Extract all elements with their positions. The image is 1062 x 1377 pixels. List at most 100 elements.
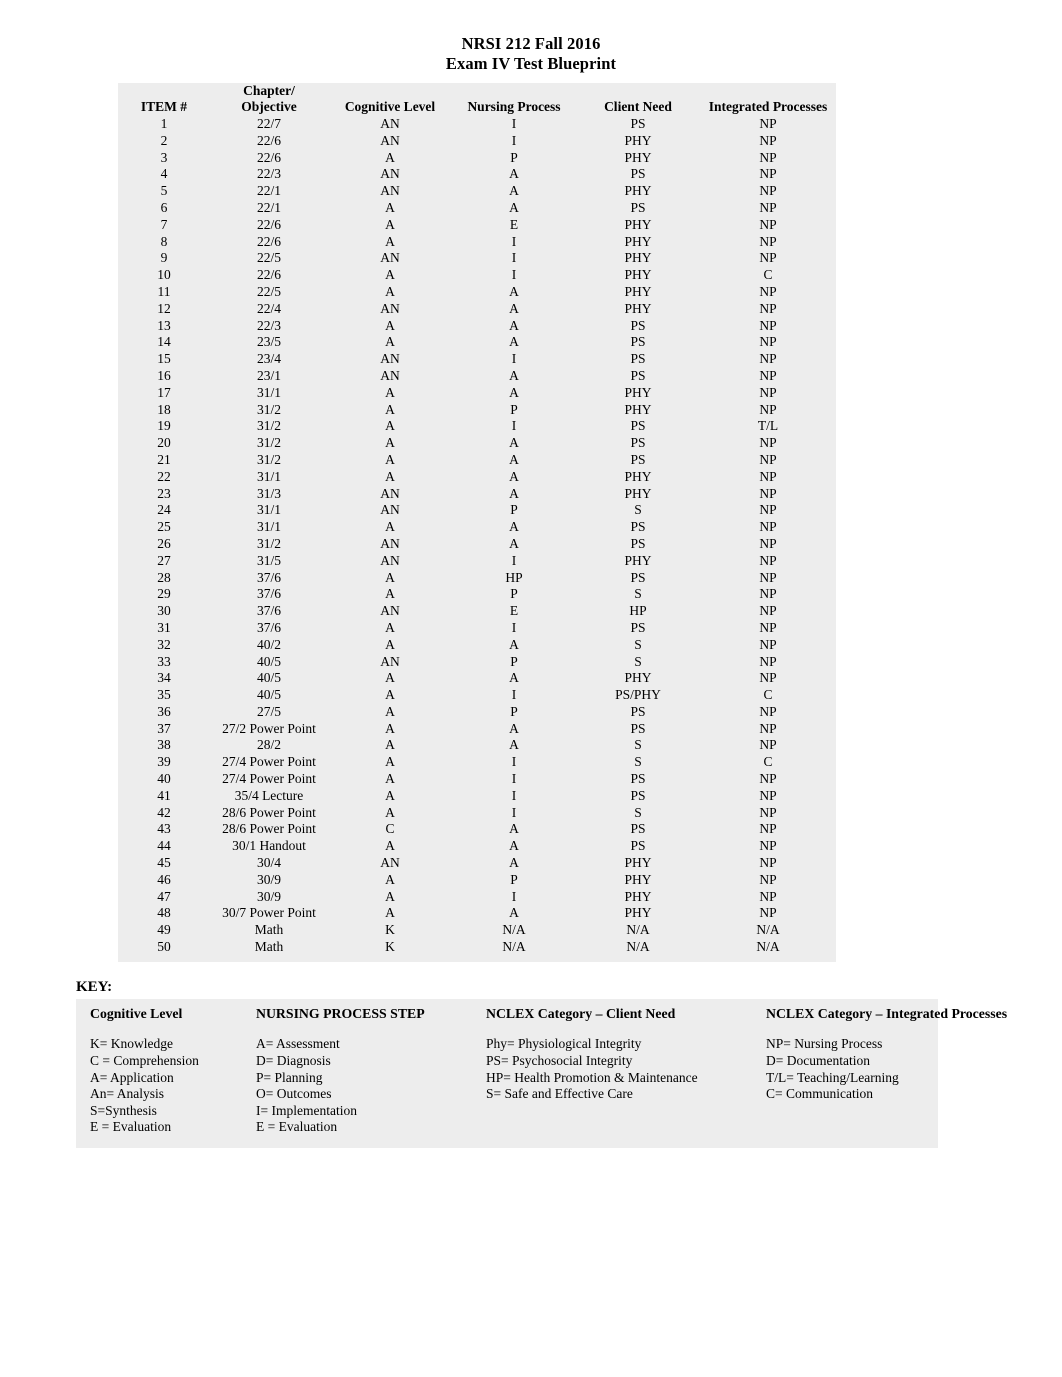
cell-integrated-processes: NP [759,771,777,787]
cell-cognitive-level: AN [380,166,400,182]
cell-nursing-process: I [511,888,517,904]
cell-client-need: PS [630,838,646,854]
cell-nursing-process: A [509,283,519,299]
cell-cognitive-level: AN [380,855,400,871]
cell-chapter-objective: Math [254,922,284,938]
cell-chapter-objective: 22/6 [256,132,281,148]
cell-cognitive-level: A [385,586,395,602]
cell-item-number: 10 [157,267,171,283]
cell-cognitive-level: A [385,888,395,904]
cell-client-need: PS [630,821,646,837]
table-row: 22 31/1 A A PHY NP [118,469,836,486]
key-legend-item: I= Implementation [256,1102,357,1118]
key-section-container: Cognitive Level K= Knowledge C = Comprehen… [76,998,1007,1148]
cell-item-number: 19 [157,418,171,434]
table-row: 41 35/4 Lecture A I PS NP [118,788,836,805]
cell-cognitive-level: A [385,804,395,820]
cell-client-need: PS [630,166,646,182]
cell-nursing-process: A [509,838,519,854]
cell-chapter-objective: 22/5 [256,250,281,266]
cell-nursing-process: E [509,216,519,232]
cell-cognitive-level: A [385,233,395,249]
cell-item-number: 41 [157,787,171,803]
cell-cognitive-level: A [385,519,395,535]
cell-nursing-process: A [509,821,519,837]
cell-chapter-objective: 22/7 [256,116,281,131]
cell-client-need: PHY [624,468,652,484]
cell-cognitive-level: K [385,939,395,955]
table-row: 6 22/1 A A PS NP [118,200,836,217]
cell-cognitive-level: AN [380,535,400,551]
table-row: 23 31/3 AN A PHY NP [118,486,836,503]
cell-integrated-processes: NP [759,435,777,451]
cell-item-number: 9 [160,250,168,266]
cell-nursing-process: A [509,519,519,535]
key-legend-item: PS= Psychosocial Integrity [486,1052,633,1068]
cell-integrated-processes: NP [759,619,777,635]
cell-integrated-processes: NP [759,233,777,249]
blueprint-table-container: ITEM # Chapter/ Objective Cognitive Leve… [118,83,836,962]
cell-integrated-processes: NP [759,451,777,467]
key-legend-item: C= Communication [766,1086,873,1102]
cell-integrated-processes: NP [759,855,777,871]
table-row: 50 Math K N/A N/A N/A [118,939,836,956]
cell-nursing-process: I [511,771,517,787]
table-row: 7 22/6 A E PHY NP [118,217,836,234]
cell-item-number: 48 [157,905,171,921]
cell-chapter-objective: 30/4 [256,855,281,871]
cell-client-need: PHY [624,149,652,165]
table-row: 35 40/5 A I PS/PHY C [118,687,836,704]
key-legend-item: A= Assessment [256,1036,340,1052]
cell-integrated-processes: NP [759,367,777,383]
cell-nursing-process: I [511,619,517,635]
cell-cognitive-level: AN [380,132,400,148]
cell-integrated-processes: NP [759,804,777,820]
cell-integrated-processes: C [763,267,773,283]
cell-integrated-processes: NP [759,535,777,551]
cell-client-need: PHY [624,888,652,904]
key-column-1: Cognitive Level K= Knowledge C = Comprehen… [76,1006,242,1136]
document-page: NRSI 212 Fall 2016 Exam IV Test Blueprin… [0,0,1062,1377]
key-column-4: NCLEX Category – Integrated Processes NP=… [752,1006,1026,1136]
cell-integrated-processes: NP [759,519,777,535]
cell-client-need: PS [630,519,646,535]
cell-nursing-process: P [510,401,518,417]
column-header-item: ITEM # [118,83,210,116]
cell-chapter-objective: 40/5 [256,687,281,703]
cell-item-number: 50 [157,939,171,955]
cell-chapter-objective: 31/1 [256,502,281,518]
cell-cognitive-level: AN [380,351,400,367]
cell-item-number: 27 [157,552,171,568]
cell-cognitive-level: A [385,871,395,887]
key-legend-item: E = Evaluation [90,1119,172,1135]
cell-client-need: PS [630,351,646,367]
table-row: 26 31/2 AN A PS NP [118,536,836,553]
table-row: 10 22/6 A I PHY C [118,267,836,284]
column-header-chapter-objective: Chapter/ Objective [210,83,328,116]
cell-integrated-processes: NP [759,670,777,686]
title-line-course: NRSI 212 Fall 2016 [461,34,601,53]
cell-cognitive-level: A [385,636,395,652]
blueprint-header-row: ITEM # Chapter/ Objective Cognitive Leve… [118,83,836,116]
cell-client-need: PHY [624,871,652,887]
table-row: 19 31/2 A I PS T/L [118,418,836,435]
cell-chapter-objective: 22/3 [256,317,281,333]
table-row: 30 37/6 AN E HP NP [118,603,836,620]
cell-item-number: 6 [160,199,168,215]
cell-integrated-processes: NP [759,300,777,316]
cell-integrated-processes: NP [759,737,777,753]
cell-client-need: PS [630,116,646,131]
cell-cognitive-level: K [385,922,395,938]
cell-item-number: 35 [157,687,171,703]
cell-nursing-process: P [510,149,518,165]
cell-client-need: S [634,804,642,820]
column-header-cognitive-level: Cognitive Level [344,99,436,114]
key-column-heading: NCLEX Category – Client Need [486,1005,676,1021]
table-row: 8 22/6 A I PHY NP [118,234,836,251]
cell-integrated-processes: NP [759,703,777,719]
cell-integrated-processes: T/L [757,418,779,434]
cell-chapter-objective: 27/2 Power Point [222,720,316,736]
cell-cognitive-level: A [385,334,395,350]
cell-nursing-process: A [509,468,519,484]
cell-cognitive-level: A [385,401,395,417]
